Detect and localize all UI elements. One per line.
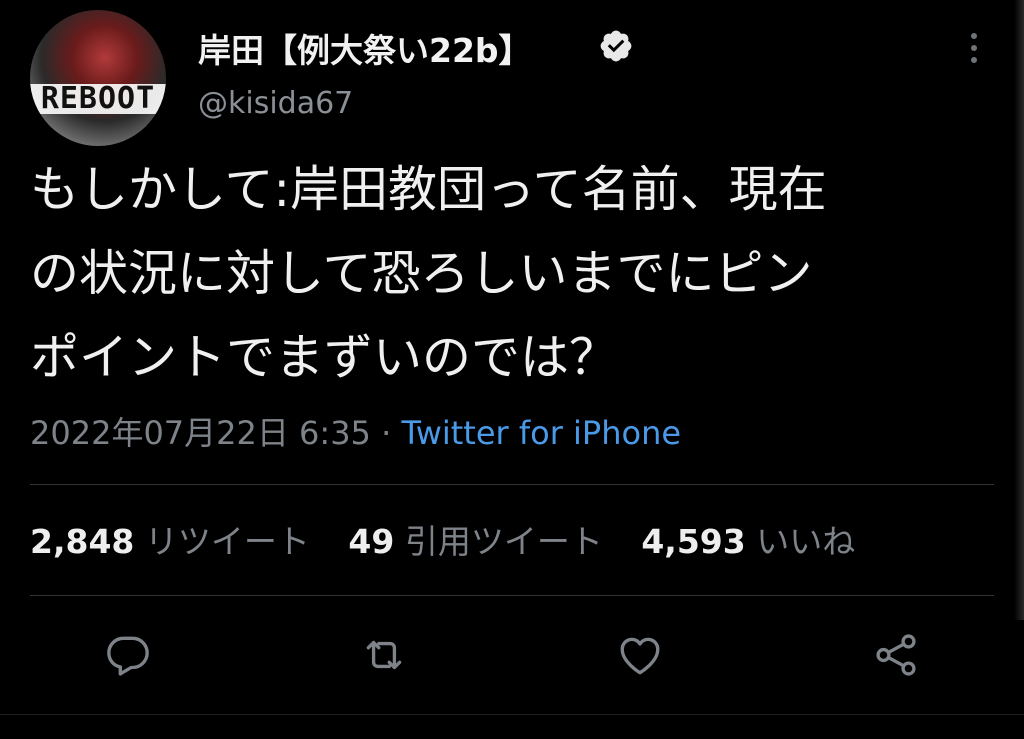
like-stat[interactable]: 4,593 いいね (641, 515, 855, 563)
avatar[interactable]: REBOOT (30, 10, 166, 146)
divider (30, 595, 994, 596)
retweet-count: 2,848 (30, 522, 135, 561)
reply-icon[interactable] (103, 630, 153, 680)
verified-badge-icon (600, 30, 632, 62)
bottom-divider (0, 714, 1024, 715)
quote-count: 49 (348, 522, 395, 561)
display-name[interactable]: 岸田【例大祭い22b】 (198, 24, 532, 72)
more-options-icon[interactable] (962, 30, 986, 70)
quote-stat[interactable]: 49 引用ツイート (348, 515, 602, 563)
retweet-label: リツイート (144, 522, 310, 561)
tweet-meta: 2022年07月22日 6:35 · Twitter for iPhone (30, 408, 681, 454)
share-icon[interactable] (871, 630, 921, 680)
tweet-source-link[interactable]: Twitter for iPhone (401, 414, 681, 452)
tweet-text-line: ポイントでまずいのでは？ (30, 329, 619, 386)
quote-label: 引用ツイート (404, 522, 603, 561)
tweet-text-line: もしかして:岸田教団って名前、現在 (30, 161, 827, 218)
user-handle[interactable]: @kisida67 (198, 86, 353, 121)
divider (30, 484, 994, 485)
meta-separator: · (370, 414, 402, 452)
like-icon[interactable] (615, 630, 665, 680)
avatar-logo-text: REBOOT (40, 81, 156, 116)
tweet-stats: 2,848 リツイート 49 引用ツイート 4,593 いいね (30, 515, 883, 563)
retweet-icon[interactable] (359, 630, 409, 680)
tweet-text-line: の状況に対して恐ろしいまでにピン (30, 245, 813, 302)
like-count: 4,593 (641, 522, 746, 561)
like-label: いいね (756, 522, 856, 561)
screen-edge-shadow (1014, 0, 1024, 620)
timestamp[interactable]: 2022年07月22日 6:35 (30, 414, 371, 452)
tweet-text: もしかして:岸田教団って名前、現在 の状況に対して恐ろしいまでにピン ポイントで… (30, 148, 990, 400)
retweet-stat[interactable]: 2,848 リツイート (30, 515, 310, 563)
